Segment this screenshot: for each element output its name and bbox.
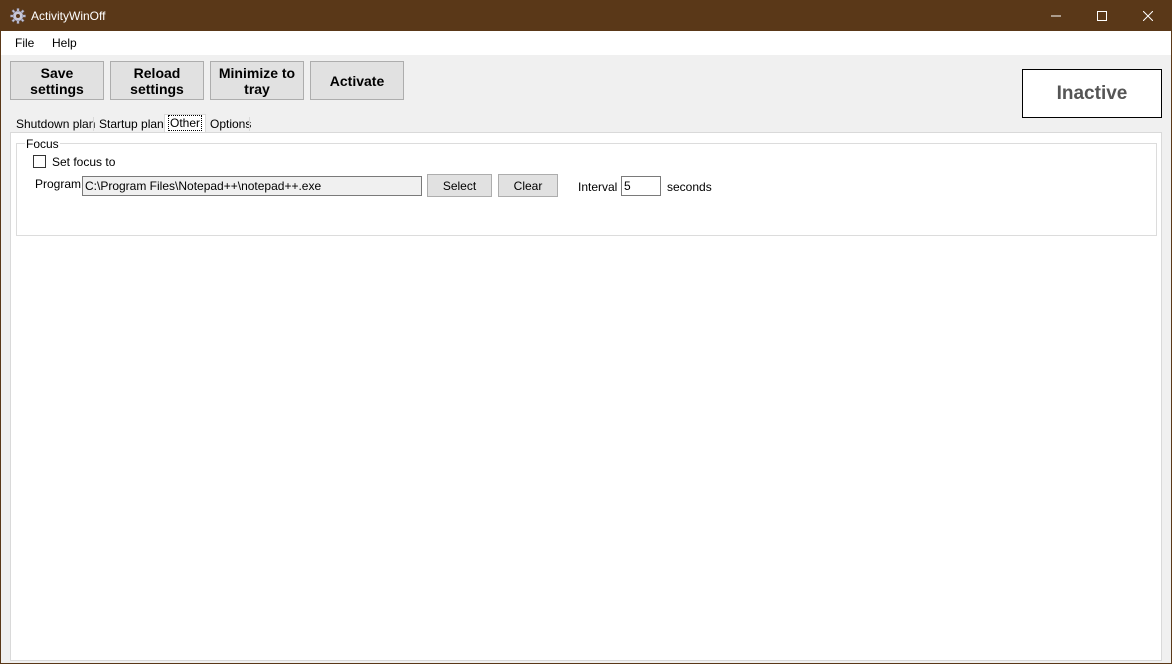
tab-startup-plan[interactable]: Startup plan (94, 116, 169, 132)
tab-shutdown-plan[interactable]: Shutdown plan (11, 116, 100, 132)
select-program-button[interactable]: Select (427, 174, 492, 197)
seconds-label: seconds (667, 180, 712, 194)
tab-other[interactable]: Other (164, 114, 207, 132)
status-indicator: Inactive (1022, 69, 1162, 118)
maximize-window-button[interactable] (1079, 1, 1125, 31)
tab-other-label: Other (168, 115, 203, 131)
gear-icon (10, 8, 26, 24)
focus-groupbox: Focus Set focus to Program Select Clear … (16, 137, 1157, 236)
close-window-button[interactable] (1125, 1, 1171, 31)
minimize-icon (1051, 15, 1061, 17)
menu-file[interactable]: File (15, 36, 34, 50)
interval-label: Interval (578, 180, 618, 194)
close-icon (1143, 11, 1153, 21)
app-window: ActivityWinOff File Help Save settings R… (0, 0, 1172, 664)
tab-page-other: Focus Set focus to Program Select Clear … (10, 132, 1162, 661)
interval-field[interactable] (621, 176, 661, 196)
menu-help[interactable]: Help (52, 36, 77, 50)
save-settings-button[interactable]: Save settings (10, 61, 104, 100)
title-bar[interactable]: ActivityWinOff (1, 1, 1171, 31)
tab-divider (249, 117, 250, 131)
menu-bar: File Help (1, 31, 1171, 55)
activate-button[interactable]: Activate (310, 61, 404, 100)
focus-group-title: Focus (25, 137, 60, 151)
window-title: ActivityWinOff (31, 9, 106, 23)
reload-settings-button[interactable]: Reload settings (110, 61, 204, 100)
set-focus-checkbox[interactable] (33, 155, 46, 168)
maximize-icon (1097, 11, 1107, 21)
set-focus-label[interactable]: Set focus to (52, 155, 115, 169)
program-path-field[interactable] (82, 176, 422, 196)
minimize-to-tray-button[interactable]: Minimize to tray (210, 61, 304, 100)
program-label: Program (35, 177, 82, 191)
minimize-window-button[interactable] (1033, 1, 1079, 31)
clear-program-button[interactable]: Clear (498, 174, 558, 197)
